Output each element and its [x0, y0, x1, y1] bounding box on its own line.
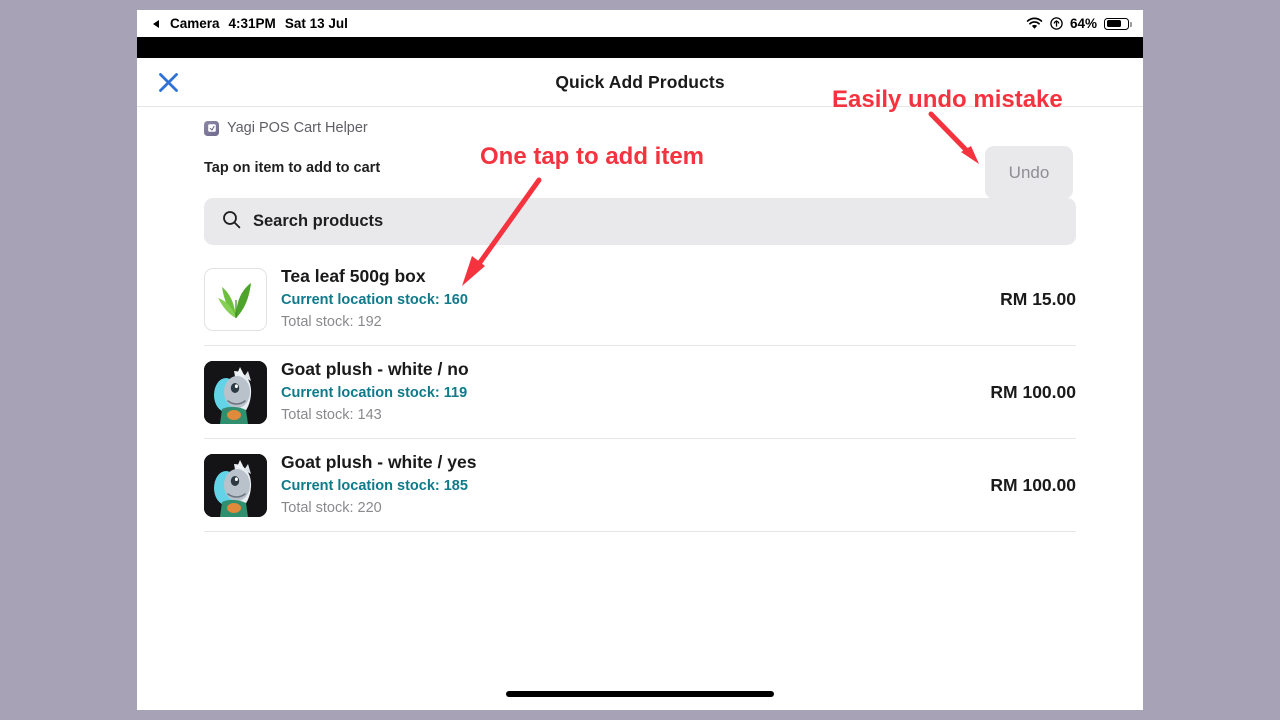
home-indicator[interactable]: [506, 691, 774, 697]
product-current-stock: Current location stock: 160: [281, 292, 468, 309]
app-icon: [204, 120, 219, 136]
status-bar-right: 64%: [1026, 16, 1132, 31]
product-price: RM 100.00: [990, 381, 1076, 402]
tea-leaf-icon: [204, 267, 267, 331]
product-row-goat-plush-no[interactable]: Goat plush - white / no Current location…: [204, 346, 1076, 439]
product-name: Goat plush - white / no: [281, 358, 469, 379]
battery-percent-label: 64%: [1069, 16, 1097, 31]
display-black-band: [137, 37, 1143, 58]
product-current-stock: Current location stock: 119: [281, 385, 468, 402]
status-back-app-label[interactable]: Camera: [170, 16, 220, 31]
product-row-tea-leaf[interactable]: Tea leaf 500g box Current location stock…: [204, 253, 1076, 346]
wifi-icon: [1026, 17, 1043, 30]
status-time-label: 4:31PM: [228, 16, 276, 31]
goat-plush-icon: [204, 360, 267, 424]
status-bar-left: Camera 4:31PM Sat 13 Jul: [153, 16, 348, 31]
search-input[interactable]: Search products: [204, 198, 1076, 245]
product-list: Tea leaf 500g box Current location stock…: [204, 253, 1076, 532]
product-total-stock: Total stock: 192: [281, 314, 382, 331]
product-price: RM 100.00: [990, 474, 1076, 495]
ios-status-bar: Camera 4:31PM Sat 13 Jul 64%: [137, 10, 1143, 37]
annotation-arrow-to-undo-icon: [928, 111, 979, 164]
product-name: Goat plush - white / yes: [281, 451, 477, 472]
search-icon: [222, 210, 241, 234]
app-info-label: Yagi POS Cart Helper: [227, 120, 368, 136]
location-icon: [1050, 17, 1063, 30]
annotation-tap-text: One tap to add item: [480, 143, 705, 170]
annotation-arrow-to-product-icon: [462, 177, 542, 286]
screenshot-canvas: Camera 4:31PM Sat 13 Jul 64% Quick Add P…: [0, 0, 1280, 720]
back-arrow-icon[interactable]: [153, 16, 161, 31]
product-info: Tea leaf 500g box Current location stock…: [281, 265, 1000, 334]
battery-icon: [1104, 17, 1132, 30]
product-current-stock: Current location stock: 185: [281, 478, 468, 495]
product-name: Tea leaf 500g box: [281, 265, 426, 286]
product-info: Goat plush - white / no Current location…: [281, 358, 990, 427]
product-row-goat-plush-yes[interactable]: Goat plush - white / yes Current locatio…: [204, 439, 1076, 532]
product-info: Goat plush - white / yes Current locatio…: [281, 451, 990, 520]
goat-plush-icon: [204, 453, 267, 517]
search-placeholder-text: Search products: [253, 212, 384, 230]
status-date-label: Sat 13 Jul: [284, 16, 348, 31]
product-total-stock: Total stock: 220: [281, 500, 382, 517]
product-price: RM 15.00: [1000, 288, 1076, 309]
close-icon[interactable]: [154, 68, 182, 96]
product-total-stock: Total stock: 143: [281, 407, 382, 424]
page-title: Quick Add Products: [555, 71, 725, 92]
